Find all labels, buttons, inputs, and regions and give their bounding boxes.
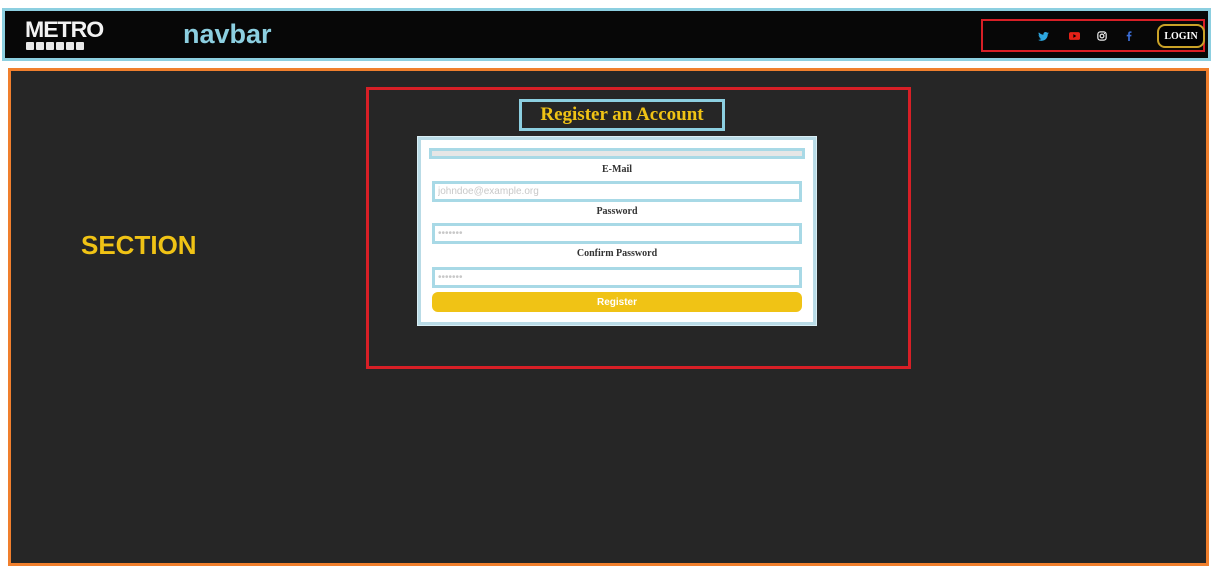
navbar: METRO navbar LOGIN [2,8,1211,61]
register-container: Register an Account E-Mail Password Conf… [366,87,911,369]
metro-logo[interactable]: METRO [25,19,109,55]
facebook-icon[interactable] [1122,29,1136,43]
section: SECTION Register an Account E-Mail Passw… [8,68,1209,566]
logo-text: METRO [25,17,104,42]
navbar-title: navbar [183,19,272,49]
register-form: E-Mail Password Confirm Password Registe… [418,137,816,325]
confirm-password-label: Confirm Password [576,248,658,259]
email-label: E-Mail [602,164,632,175]
register-title: Register an Account [519,99,725,131]
youtube-icon[interactable] [1067,29,1081,43]
instagram-icon[interactable] [1095,29,1109,43]
register-button[interactable]: Register [432,292,802,312]
confirm-password-field[interactable] [432,267,802,288]
password-label: Password [596,206,638,217]
form-top-bar [429,148,805,159]
password-field[interactable] [432,223,802,244]
navbar-actions: LOGIN [981,19,1205,52]
section-label: SECTION [81,230,197,260]
login-button[interactable]: LOGIN [1157,24,1205,48]
email-field[interactable] [432,181,802,202]
logo-subtitle-blocks [26,42,84,50]
twitter-icon[interactable] [1036,29,1050,43]
